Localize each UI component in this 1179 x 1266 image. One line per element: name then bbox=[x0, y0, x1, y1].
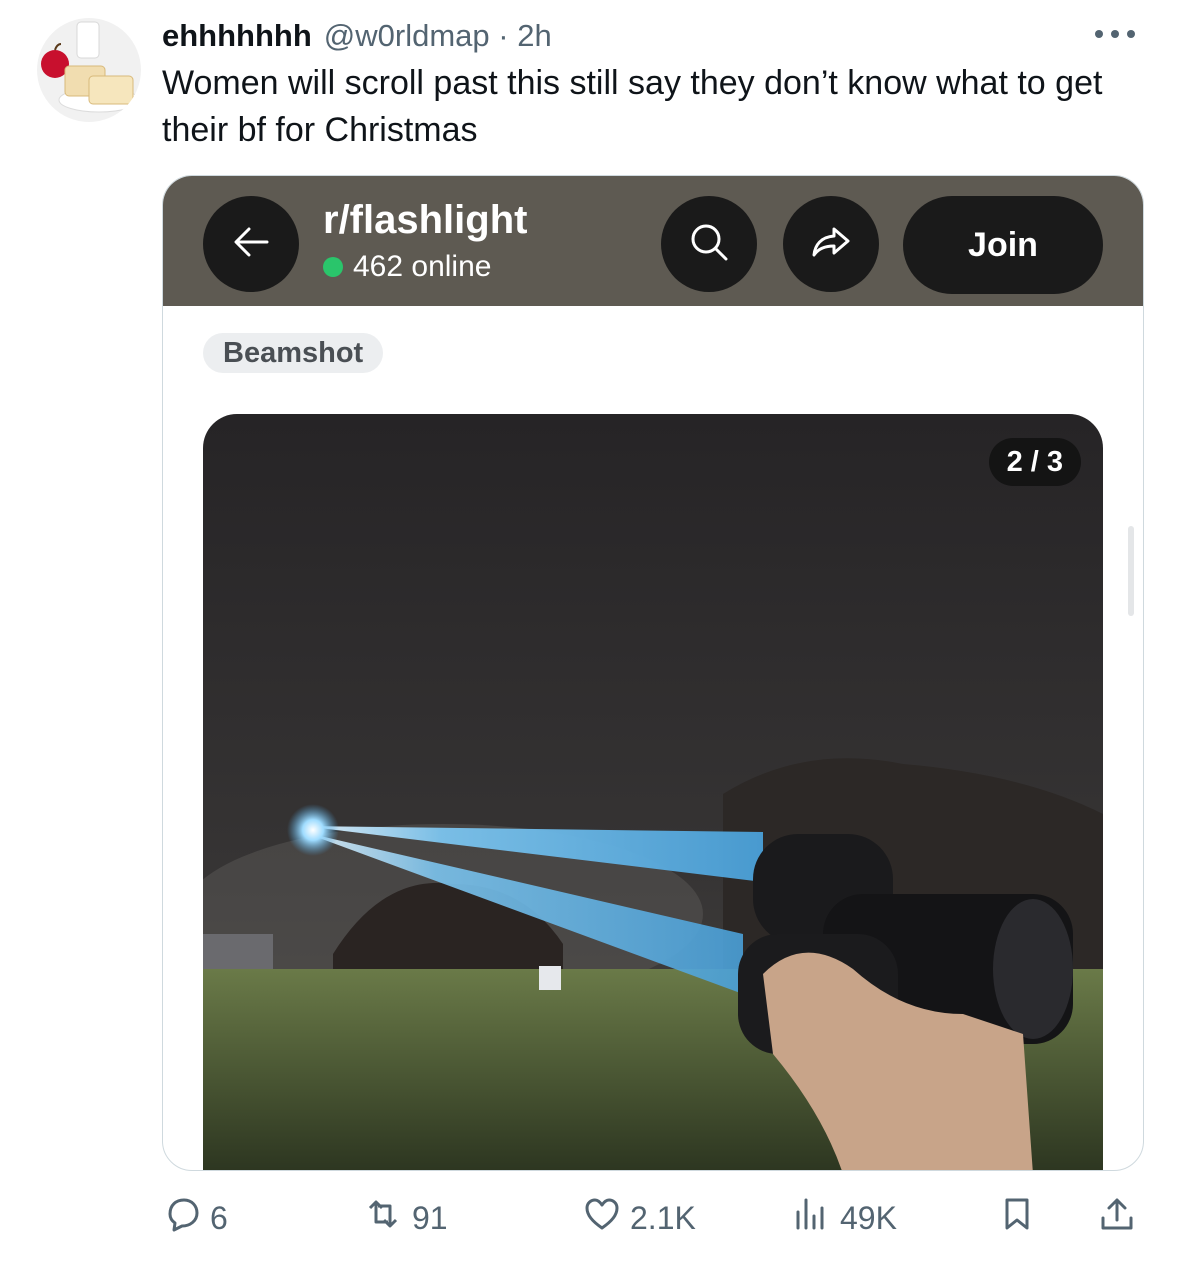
more-icon[interactable] bbox=[1091, 24, 1139, 44]
repost-icon bbox=[362, 1194, 412, 1242]
reply-count: 6 bbox=[210, 1199, 228, 1236]
reply-button[interactable]: 6 bbox=[162, 1188, 228, 1248]
repost-count: 91 bbox=[412, 1199, 448, 1236]
scrollbar[interactable] bbox=[1128, 526, 1134, 616]
back-button[interactable] bbox=[203, 196, 299, 292]
views-button[interactable]: 49K bbox=[792, 1188, 897, 1248]
action-bar: 6 91 2.1K 49K bbox=[162, 1188, 1142, 1248]
post-flair[interactable]: Beamshot bbox=[203, 333, 384, 373]
post-image[interactable]: 2 / 3 bbox=[203, 414, 1103, 1170]
views-icon bbox=[792, 1194, 840, 1242]
online-count: 462 online bbox=[323, 250, 491, 284]
repost-button[interactable]: 91 bbox=[362, 1188, 448, 1248]
bookmark-icon bbox=[997, 1194, 1045, 1242]
share-icon bbox=[808, 219, 854, 270]
bookmark-button[interactable] bbox=[997, 1188, 1045, 1248]
share-button[interactable] bbox=[783, 196, 879, 292]
upload-icon bbox=[1097, 1194, 1145, 1242]
search-icon bbox=[686, 219, 732, 270]
avatar[interactable] bbox=[37, 18, 141, 122]
join-button[interactable]: Join bbox=[903, 196, 1103, 294]
search-button[interactable] bbox=[661, 196, 757, 292]
media-card[interactable]: r/flashlight 462 online Join Beamshot 2 … bbox=[162, 175, 1144, 1171]
online-label: 462 online bbox=[353, 250, 492, 283]
subreddit-name[interactable]: r/flashlight bbox=[323, 198, 527, 243]
post-text: Women will scroll past this still say th… bbox=[162, 64, 1103, 149]
reddit-topbar: r/flashlight 462 online Join bbox=[163, 176, 1143, 306]
like-button[interactable]: 2.1K bbox=[582, 1188, 696, 1248]
like-count: 2.1K bbox=[630, 1199, 696, 1236]
share-post-button[interactable] bbox=[1097, 1188, 1145, 1248]
like-icon bbox=[582, 1194, 630, 1242]
online-dot bbox=[323, 257, 343, 277]
image-counter: 2 / 3 bbox=[988, 438, 1081, 486]
back-arrow-icon bbox=[229, 220, 273, 269]
views-count: 49K bbox=[840, 1199, 897, 1236]
reply-icon bbox=[162, 1194, 210, 1242]
handle-and-time[interactable]: @w0rldmap · 2h bbox=[324, 18, 552, 54]
display-name[interactable]: ehhhhhhh bbox=[162, 18, 312, 54]
post-header: ehhhhhhh @w0rldmap · 2h bbox=[162, 14, 1139, 58]
